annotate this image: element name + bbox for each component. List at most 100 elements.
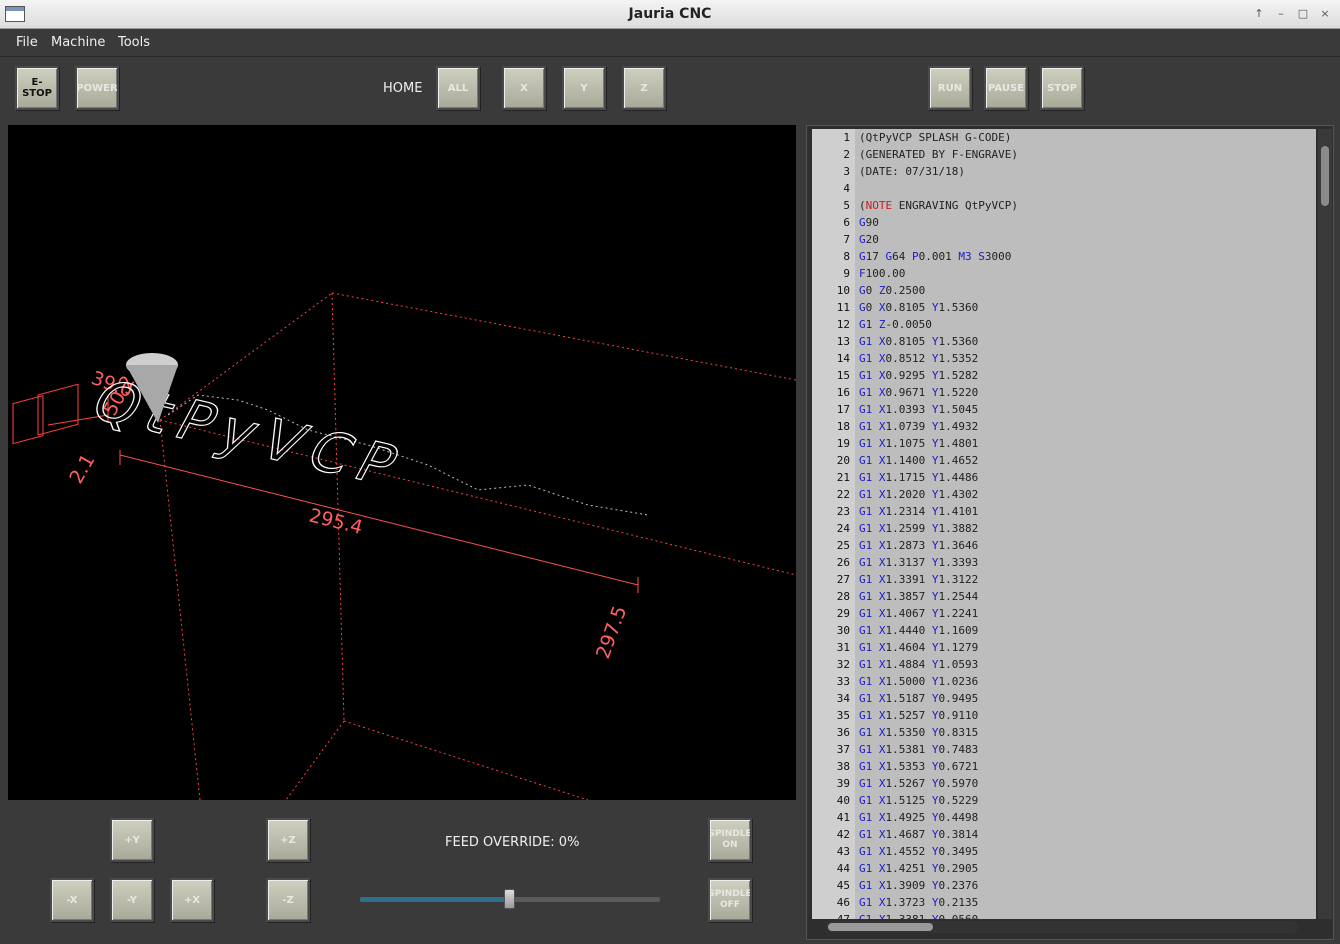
gcode-line[interactable]: 31 G1 X1.4604 Y1.1279	[812, 639, 1316, 656]
stop-button[interactable]: STOP	[1040, 66, 1084, 110]
gcode-line[interactable]: 42 G1 X1.4687 Y0.3814	[812, 826, 1316, 843]
maximize-icon[interactable]: □	[1294, 6, 1312, 22]
gcode-line[interactable]: 9 F100.00	[812, 265, 1316, 282]
estop-button[interactable]: E-STOP	[15, 66, 59, 110]
gcode-line[interactable]: 43 G1 X1.4552 Y0.3495	[812, 843, 1316, 860]
gcode-line[interactable]: 6 G90	[812, 214, 1316, 231]
gcode-line[interactable]: 35 G1 X1.5257 Y0.9110	[812, 707, 1316, 724]
gcode-line[interactable]: 37 G1 X1.5381 Y0.7483	[812, 741, 1316, 758]
gcode-line[interactable]: 47 G1 X1.3381 Y0.0560	[812, 911, 1316, 919]
gcode-line[interactable]: 11 G0 X0.8105 Y1.5360	[812, 299, 1316, 316]
gcode-line-text: G1 X1.4604 Y1.1279	[859, 641, 979, 654]
gcode-line[interactable]: 20 G1 X1.1400 Y1.4652	[812, 452, 1316, 469]
home-x-button[interactable]: X	[502, 66, 546, 110]
gcode-line-text: G1 X1.4440 Y1.1609	[859, 624, 979, 637]
backplot-viewport[interactable]: 39.0 50.2 2.1 295.4 297.5 QtPyVCP	[8, 125, 796, 800]
gcode-line-number: 24	[836, 522, 850, 535]
home-y-button[interactable]: Y	[562, 66, 606, 110]
gcode-line[interactable]: 30 G1 X1.4440 Y1.1609	[812, 622, 1316, 639]
gcode-line-number: 3	[843, 165, 850, 178]
gcode-line[interactable]: 14 G1 X0.8512 Y1.5352	[812, 350, 1316, 367]
gcode-line[interactable]: 24 G1 X1.2599 Y1.3882	[812, 520, 1316, 537]
gcode-line[interactable]: 41 G1 X1.4925 Y0.4498	[812, 809, 1316, 826]
feed-override-slider-fill	[360, 897, 510, 902]
gcode-line[interactable]: 36 G1 X1.5350 Y0.8315	[812, 724, 1316, 741]
gcode-line[interactable]: 27 G1 X1.3391 Y1.3122	[812, 571, 1316, 588]
gcode-line-text: G1 X0.8105 Y1.5360	[859, 335, 979, 348]
power-button[interactable]: POWER	[75, 66, 119, 110]
gcode-line[interactable]: 32 G1 X1.4884 Y1.0593	[812, 656, 1316, 673]
spindle-on-button[interactable]: SPINDLE ON	[708, 818, 752, 862]
gcode-line[interactable]: 34 G1 X1.5187 Y0.9495	[812, 690, 1316, 707]
jog-minus-z-button[interactable]: -Z	[266, 878, 310, 922]
gcode-line-number: 14	[836, 352, 850, 365]
jog-plus-y-button[interactable]: +Y	[110, 818, 154, 862]
minimize-icon[interactable]: –	[1272, 6, 1290, 22]
jog-minus-y-button[interactable]: -Y	[110, 878, 154, 922]
gcode-line-text: G1 X1.5257 Y0.9110	[859, 709, 979, 722]
gcode-line[interactable]: 28 G1 X1.3857 Y1.2544	[812, 588, 1316, 605]
jog-minus-x-button[interactable]: -X	[50, 878, 94, 922]
gcode-editor[interactable]: 1 (QtPyVCP SPLASH G-CODE) 2 (GENERATED BY F…	[812, 129, 1316, 919]
gcode-line[interactable]: 13 G1 X0.8105 Y1.5360	[812, 333, 1316, 350]
jog-plus-x-button[interactable]: +X	[170, 878, 214, 922]
gcode-line-number: 47	[812, 911, 850, 919]
menu-tools[interactable]: Tools	[118, 35, 150, 50]
run-button[interactable]: RUN	[928, 66, 972, 110]
gcode-horizontal-scroll-thumb[interactable]	[828, 923, 933, 931]
gcode-line[interactable]: 22 G1 X1.2020 Y1.4302	[812, 486, 1316, 503]
gcode-line-text: G1 X1.5350 Y0.8315	[859, 726, 979, 739]
gcode-line[interactable]: 44 G1 X1.4251 Y0.2905	[812, 860, 1316, 877]
gcode-line[interactable]: 25 G1 X1.2873 Y1.3646	[812, 537, 1316, 554]
pause-button[interactable]: PAUSE	[984, 66, 1028, 110]
gcode-vertical-scroll-thumb[interactable]	[1321, 146, 1329, 206]
gcode-line[interactable]: 1 (QtPyVCP SPLASH G-CODE)	[812, 129, 1316, 146]
gcode-line[interactable]: 18 G1 X1.0739 Y1.4932	[812, 418, 1316, 435]
dim-label-295: 295.4	[307, 505, 365, 540]
gcode-line[interactable]: 8 G17 G64 P0.001 M3 S3000	[812, 248, 1316, 265]
gcode-line[interactable]: 38 G1 X1.5353 Y0.6721	[812, 758, 1316, 775]
gcode-line[interactable]: 10 G0 Z0.2500	[812, 282, 1316, 299]
gcode-line[interactable]: 12 G1 Z-0.0050	[812, 316, 1316, 333]
gcode-line[interactable]: 5 (NOTE ENGRAVING QtPyVCP)	[812, 197, 1316, 214]
gcode-line[interactable]: 45 G1 X1.3909 Y0.2376	[812, 877, 1316, 894]
gcode-vertical-scrollbar[interactable]	[1318, 129, 1332, 919]
gcode-line-number: 33	[836, 675, 850, 688]
gcode-line[interactable]: 39 G1 X1.5267 Y0.5970	[812, 775, 1316, 792]
gcode-line-number: 23	[836, 505, 850, 518]
gcode-line-text: G1 X1.5353 Y0.6721	[859, 760, 979, 773]
gcode-line[interactable]: 2 (GENERATED BY F-ENGRAVE)	[812, 146, 1316, 163]
close-icon[interactable]: ×	[1316, 6, 1334, 22]
gcode-line[interactable]: 40 G1 X1.5125 Y0.5229	[812, 792, 1316, 809]
menu-machine[interactable]: Machine	[51, 35, 105, 50]
gcode-line[interactable]: 16 G1 X0.9671 Y1.5220	[812, 384, 1316, 401]
gcode-line-number: 19	[836, 437, 850, 450]
gcode-line-number: 41	[836, 811, 850, 824]
gcode-line[interactable]: 46 G1 X1.3723 Y0.2135	[812, 894, 1316, 911]
gcode-line[interactable]: 19 G1 X1.1075 Y1.4801	[812, 435, 1316, 452]
gcode-line[interactable]: 7 G20	[812, 231, 1316, 248]
jog-plus-z-button[interactable]: +Z	[266, 818, 310, 862]
feed-override-slider-handle[interactable]	[504, 889, 515, 909]
gcode-line[interactable]: 21 G1 X1.1715 Y1.4486	[812, 469, 1316, 486]
gcode-line[interactable]: 4	[812, 180, 1316, 197]
dim-label-297: 297.5	[592, 603, 631, 662]
home-all-button[interactable]: ALL	[436, 66, 480, 110]
gcode-line-text: G0 Z0.2500	[859, 284, 926, 297]
gcode-line[interactable]: 33 G1 X1.5000 Y1.0236	[812, 673, 1316, 690]
gcode-line[interactable]: 23 G1 X1.2314 Y1.4101	[812, 503, 1316, 520]
menu-file[interactable]: File	[16, 35, 38, 50]
gcode-line[interactable]: 15 G1 X0.9295 Y1.5282	[812, 367, 1316, 384]
gcode-line[interactable]: 17 G1 X1.0393 Y1.5045	[812, 401, 1316, 418]
gcode-line-text: G1 X1.1715 Y1.4486	[859, 471, 979, 484]
gcode-line-number: 29	[836, 607, 850, 620]
spindle-off-button[interactable]: SPINDLE OFF	[708, 878, 752, 922]
gcode-line-number: 44	[836, 862, 850, 875]
gcode-line-text: G1 X1.4251 Y0.2905	[859, 862, 979, 875]
gcode-line[interactable]: 3 (DATE: 07/31/18)	[812, 163, 1316, 180]
gcode-line[interactable]: 29 G1 X1.4067 Y1.2241	[812, 605, 1316, 622]
window-titlebar: Jauria CNC ↑ – □ ×	[0, 0, 1340, 29]
gcode-line[interactable]: 26 G1 X1.3137 Y1.3393	[812, 554, 1316, 571]
shade-icon[interactable]: ↑	[1250, 6, 1268, 22]
home-z-button[interactable]: Z	[622, 66, 666, 110]
